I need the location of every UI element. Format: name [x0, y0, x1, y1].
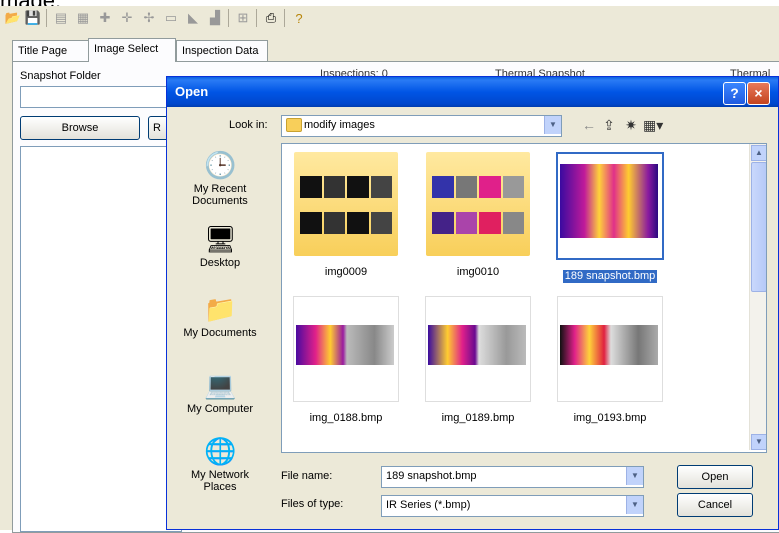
- place-my-documents[interactable]: 📁 My Documents: [175, 293, 265, 339]
- file-name-label: img_0193.bmp: [573, 412, 647, 424]
- places-bar: 🕒 My Recent Documents 🖥 Desktop 📁 My Doc…: [175, 143, 265, 523]
- help-button[interactable]: ?: [723, 82, 746, 105]
- image-thumbnail: [293, 296, 399, 402]
- main-toolbar: 📂 💾 ▤ ▦ ✚ ✛ ✢ ▭ ◣ ▟ ⊞ ⎙ ?: [0, 6, 779, 33]
- snapshot-list[interactable]: [20, 146, 182, 532]
- place-desktop[interactable]: 🖥 Desktop: [175, 223, 265, 269]
- scroll-up-icon[interactable]: ▲: [751, 145, 766, 161]
- network-places-icon: 🌐: [204, 436, 237, 466]
- place-label: My Network Places: [190, 469, 250, 493]
- tab-image-select[interactable]: Image Select: [88, 38, 176, 62]
- tab-title-page[interactable]: Title Page: [12, 40, 89, 61]
- image-thumbnail: [556, 152, 664, 260]
- place-label: My Documents: [183, 327, 257, 339]
- cursor-cross-icon[interactable]: ✢: [140, 9, 158, 27]
- place-network-places[interactable]: 🌐 My Network Places: [175, 435, 265, 493]
- my-documents-icon: 📁: [204, 294, 237, 324]
- histogram-icon[interactable]: ▟: [206, 9, 224, 27]
- new-folder-icon[interactable]: ✷: [621, 115, 641, 135]
- file-item[interactable]: img_0189.bmp: [422, 296, 534, 425]
- recent-documents-icon: 🕒: [204, 150, 237, 180]
- box-area-icon[interactable]: ▭: [162, 9, 180, 27]
- folder-thumbnail: [294, 152, 398, 256]
- up-folder-icon[interactable]: ⇪: [599, 115, 619, 135]
- file-item[interactable]: img_0188.bmp: [290, 296, 402, 425]
- file-list-view[interactable]: img0009 img0010 189 snapshot.bmp img_018…: [281, 143, 767, 453]
- file-item[interactable]: img_0193.bmp: [554, 296, 666, 425]
- scroll-thumb[interactable]: [751, 162, 766, 292]
- properties-icon[interactable]: ▤: [52, 9, 70, 27]
- look-in-value: modify images: [304, 119, 375, 131]
- table-icon[interactable]: ⊞: [234, 9, 252, 27]
- my-computer-icon: 💻: [204, 370, 237, 400]
- export-icon[interactable]: ⎙: [262, 9, 280, 27]
- open-dialog: Open ? × Look in: modify images ▼ ← ⇪ ✷ …: [166, 76, 779, 530]
- add-spot-small-icon[interactable]: ✛: [118, 9, 136, 27]
- file-item-selected[interactable]: 189 snapshot.bmp: [554, 152, 666, 283]
- file-name-label: img0010: [456, 266, 500, 278]
- file-item[interactable]: img0010: [422, 152, 534, 279]
- place-label: My Recent Documents: [192, 183, 248, 207]
- file-name-combo[interactable]: 189 snapshot.bmp ▼: [381, 466, 644, 488]
- chevron-down-icon[interactable]: ▼: [626, 467, 643, 485]
- file-item[interactable]: img0009: [290, 152, 402, 279]
- dialog-title: Open: [175, 84, 209, 99]
- folder-thumbnail: [426, 152, 530, 256]
- file-name-label: img_0189.bmp: [441, 412, 515, 424]
- desktop-icon: 🖥: [204, 224, 238, 254]
- files-of-type-label: Files of type:: [281, 498, 344, 510]
- open-folder-icon[interactable]: 📂: [4, 9, 22, 27]
- back-arrow-icon[interactable]: ←: [579, 115, 599, 135]
- report-icon[interactable]: ▦: [74, 9, 92, 27]
- help-question-icon[interactable]: ?: [290, 9, 308, 27]
- toolbar-separator: [256, 9, 257, 27]
- tab-inspection-data[interactable]: Inspection Data: [176, 40, 268, 61]
- toolbar-separator: [284, 9, 285, 27]
- files-of-type-value: IR Series (*.bmp): [386, 499, 471, 511]
- image-thumbnail: [557, 296, 663, 402]
- look-in-label: Look in:: [229, 119, 268, 131]
- look-in-combo[interactable]: modify images ▼: [281, 115, 562, 137]
- cancel-button[interactable]: Cancel: [677, 493, 753, 517]
- file-name-label: img_0188.bmp: [309, 412, 383, 424]
- vertical-scrollbar[interactable]: ▲ ▼: [749, 144, 766, 450]
- profile-icon[interactable]: ◣: [184, 9, 202, 27]
- files-of-type-combo[interactable]: IR Series (*.bmp) ▼: [381, 495, 644, 517]
- file-name-value: 189 snapshot.bmp: [386, 470, 477, 482]
- save-icon[interactable]: 💾: [24, 9, 42, 27]
- dialog-titlebar[interactable]: Open ? ×: [167, 77, 778, 107]
- place-recent-documents[interactable]: 🕒 My Recent Documents: [175, 149, 265, 207]
- place-label: My Computer: [186, 403, 254, 415]
- chevron-down-icon[interactable]: ▼: [544, 116, 561, 134]
- toolbar-separator: [228, 9, 229, 27]
- place-label: Desktop: [199, 257, 241, 269]
- file-name-label: File name:: [281, 470, 333, 482]
- toolbar-separator: [46, 9, 47, 27]
- image-thumbnail: [425, 296, 531, 402]
- close-button[interactable]: ×: [747, 82, 770, 105]
- open-button[interactable]: Open: [677, 465, 753, 489]
- snapshot-folder-input[interactable]: [20, 86, 177, 108]
- views-menu-icon[interactable]: ▦▾: [643, 115, 663, 135]
- file-name-label: 189 snapshot.bmp: [562, 270, 658, 283]
- tab-bar: Title Page Image Select Inspection Data: [12, 38, 312, 62]
- add-spot-icon[interactable]: ✚: [96, 9, 114, 27]
- chevron-down-icon[interactable]: ▼: [626, 496, 643, 514]
- browse-button[interactable]: Browse: [20, 116, 140, 140]
- folder-icon: [286, 118, 302, 132]
- place-my-computer[interactable]: 💻 My Computer: [175, 369, 265, 415]
- snapshot-folder-label: Snapshot Folder: [20, 70, 101, 82]
- scroll-down-icon[interactable]: ▼: [751, 434, 766, 450]
- file-name-label: img0009: [324, 266, 368, 278]
